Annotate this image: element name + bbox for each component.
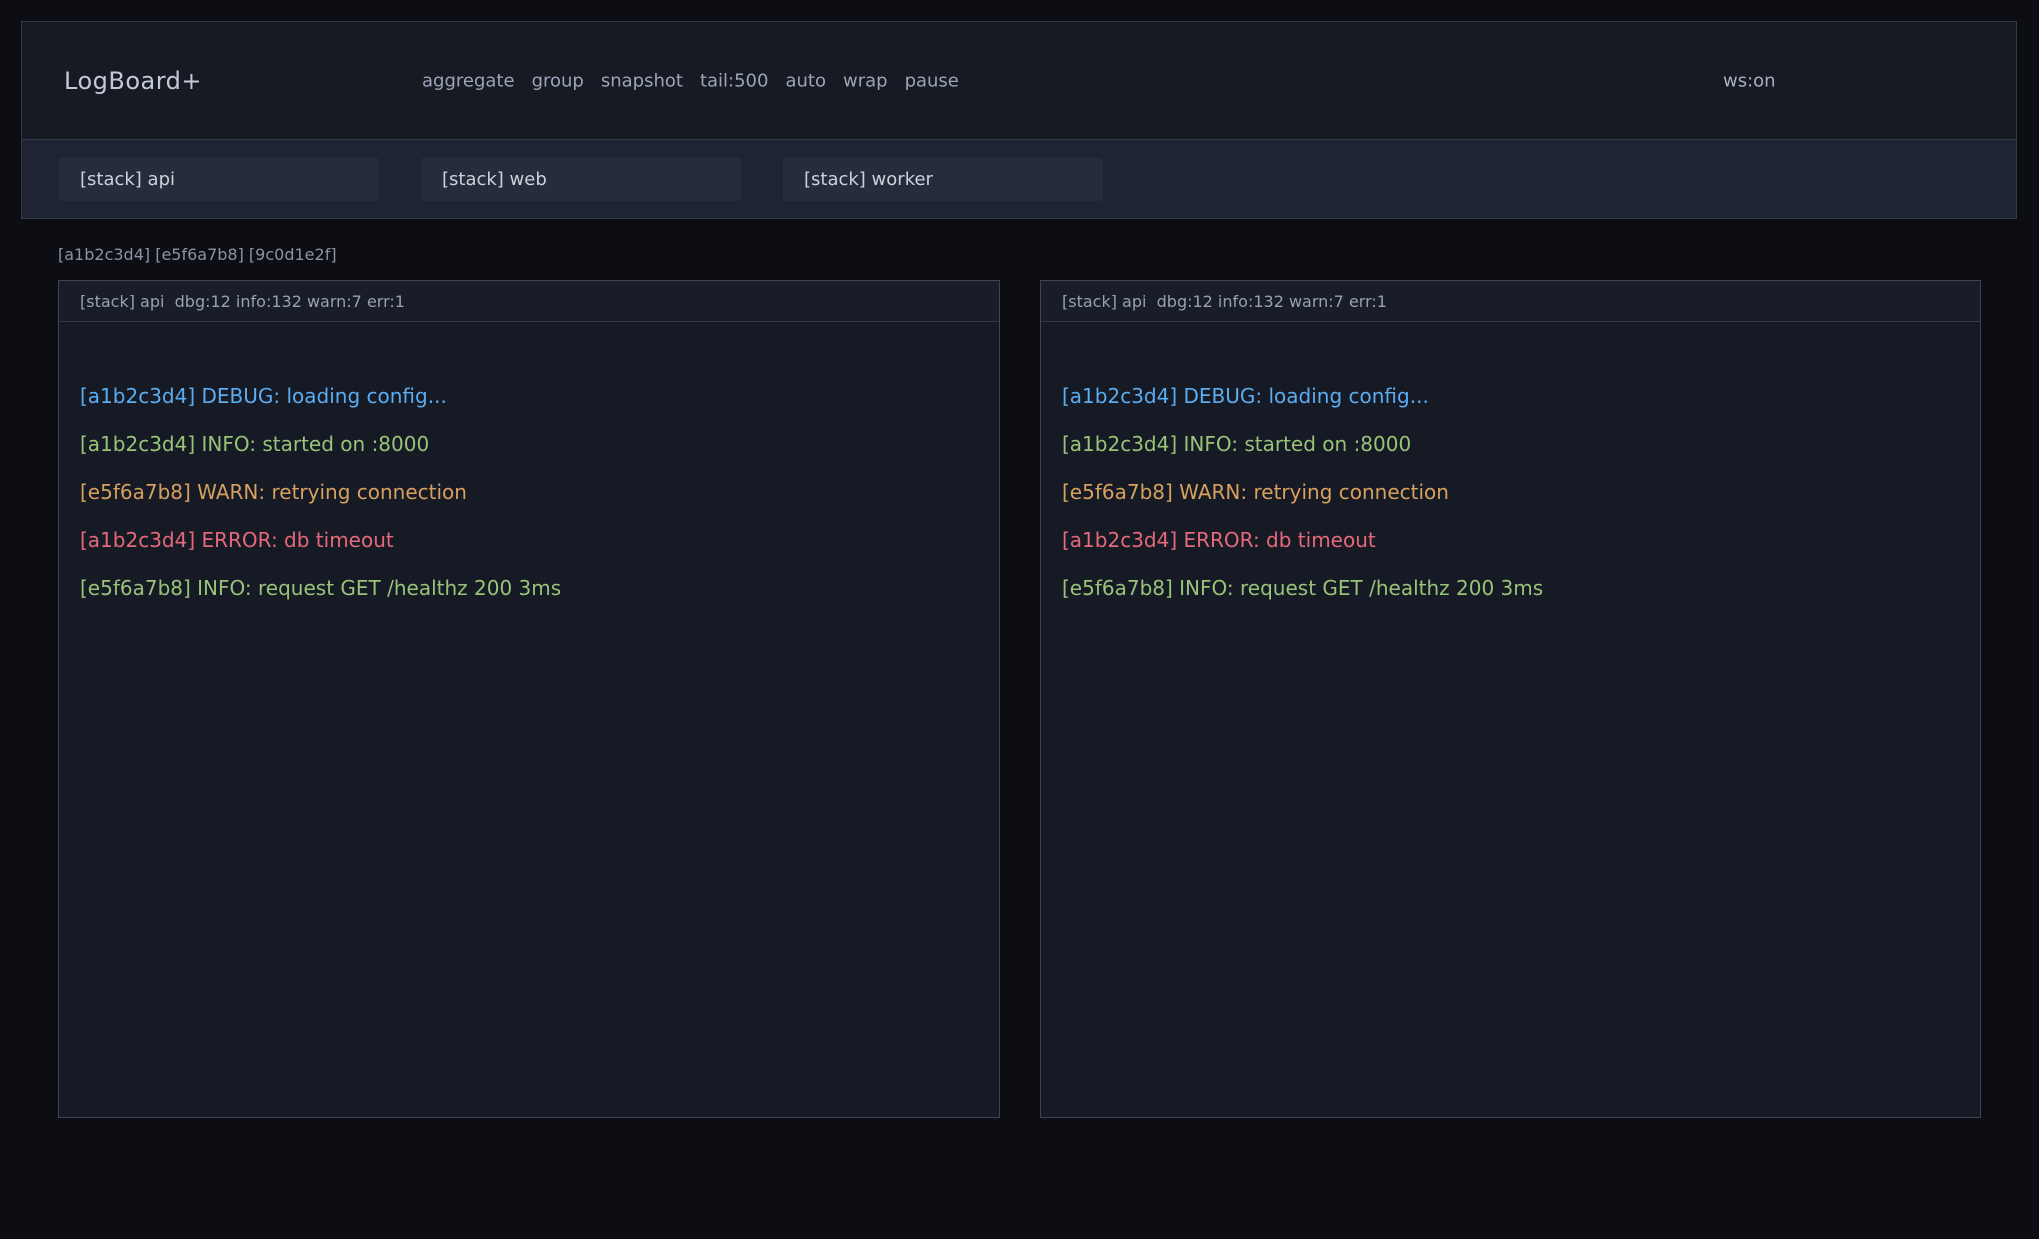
log-line: [e5f6a7b8] WARN: retrying connection: [80, 468, 978, 516]
stack-tab-api[interactable]: [stack] api: [59, 158, 379, 201]
log-line: [a1b2c3d4] ERROR: db timeout: [1062, 516, 1959, 564]
toolbar-item-aggregate[interactable]: aggregate: [422, 70, 515, 91]
log-line: [e5f6a7b8] INFO: request GET /healthz 20…: [1062, 564, 1959, 612]
log-line: [a1b2c3d4] DEBUG: loading config...: [80, 372, 978, 420]
stack-tab-worker[interactable]: [stack] worker: [783, 158, 1103, 201]
ws-status-badge[interactable]: ws:on: [1723, 70, 1776, 91]
toolbar: aggregate group snapshot tail:500 auto w…: [422, 70, 959, 91]
log-line: [a1b2c3d4] DEBUG: loading config...: [1062, 372, 1959, 420]
log-line: [e5f6a7b8] WARN: retrying connection: [1062, 468, 1959, 516]
toolbar-item-tail[interactable]: tail:500: [700, 70, 769, 91]
app-title: LogBoard+: [64, 67, 202, 95]
toolbar-item-group[interactable]: group: [532, 70, 584, 91]
log-line: [e5f6a7b8] INFO: request GET /healthz 20…: [80, 564, 978, 612]
top-bar: LogBoard+ aggregate group snapshot tail:…: [21, 21, 2017, 219]
log-line: [a1b2c3d4] ERROR: db timeout: [80, 516, 978, 564]
stack-tab-web[interactable]: [stack] web: [421, 158, 741, 201]
log-line: [a1b2c3d4] INFO: started on :8000: [1062, 420, 1959, 468]
toolbar-item-auto[interactable]: auto: [785, 70, 826, 91]
log-panel-right-body[interactable]: [a1b2c3d4] DEBUG: loading config... [a1b…: [1041, 322, 1980, 1117]
log-panel-right: [stack] api dbg:12 info:132 warn:7 err:1…: [1040, 280, 1981, 1118]
log-line: [a1b2c3d4] INFO: started on :8000: [80, 420, 978, 468]
log-panel-left-body[interactable]: [a1b2c3d4] DEBUG: loading config... [a1b…: [59, 322, 999, 1117]
app-header: LogBoard+ aggregate group snapshot tail:…: [22, 22, 2016, 139]
toolbar-item-pause[interactable]: pause: [905, 70, 959, 91]
log-panel-left: [stack] api dbg:12 info:132 warn:7 err:1…: [58, 280, 1000, 1118]
trace-ids-line: [a1b2c3d4] [e5f6a7b8] [9c0d1e2f]: [58, 245, 337, 264]
toolbar-item-wrap[interactable]: wrap: [843, 70, 888, 91]
log-panel-left-header: [stack] api dbg:12 info:132 warn:7 err:1: [59, 281, 999, 322]
toolbar-item-snapshot[interactable]: snapshot: [601, 70, 683, 91]
stack-tabs: [stack] api [stack] web [stack] worker: [22, 139, 2016, 218]
log-panel-right-header: [stack] api dbg:12 info:132 warn:7 err:1: [1041, 281, 1980, 322]
